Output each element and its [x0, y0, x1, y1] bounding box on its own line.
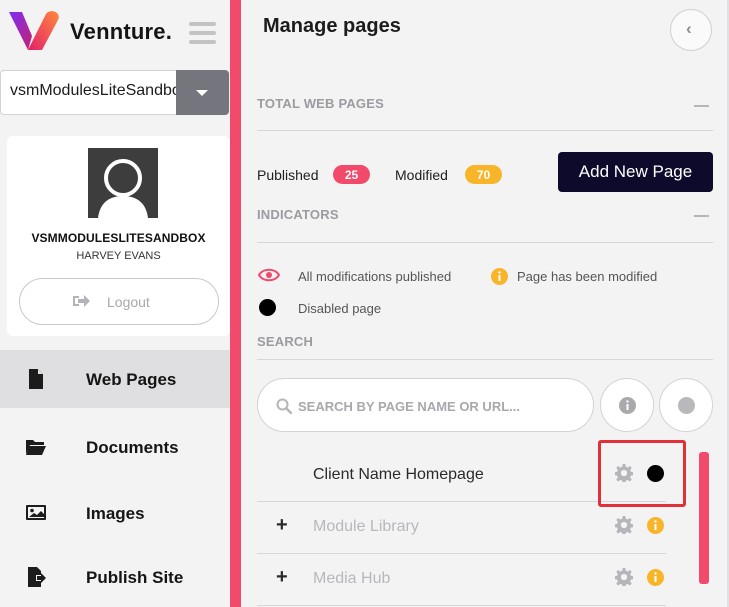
gear-icon[interactable]	[615, 516, 633, 534]
indicators-section: INDICATORS	[257, 207, 713, 243]
user-icon	[98, 159, 148, 218]
disabled-dot-icon	[259, 299, 276, 316]
section-label: TOTAL WEB PAGES	[257, 96, 384, 111]
page-name[interactable]: Module Library	[313, 518, 419, 536]
search-field[interactable]	[257, 378, 594, 432]
disabled-dot-icon	[678, 397, 695, 414]
gear-icon[interactable]	[615, 568, 633, 586]
filter-disabled-button[interactable]	[659, 378, 713, 432]
user-name: HARVEY EVANS	[76, 250, 161, 262]
info-icon	[647, 517, 664, 534]
section-label: SEARCH	[257, 334, 314, 349]
site-select-toggle[interactable]	[176, 70, 229, 115]
sign-out-icon	[73, 295, 90, 307]
published-label: Published	[257, 167, 319, 183]
logout-button[interactable]: Logout	[19, 278, 219, 325]
page-list-scrollbar[interactable]	[699, 452, 709, 584]
chevron-left-icon: ‹	[686, 19, 692, 38]
file-icon	[29, 369, 43, 389]
indicator-disabled-text: Disabled page	[298, 301, 382, 316]
info-icon	[619, 397, 636, 414]
profile-card: VSMMODULESLITESANDBOX HARVEY EVANS Logou…	[7, 136, 230, 336]
nav-item-images[interactable]: Images	[0, 484, 230, 542]
site-select-value[interactable]: vsmModulesLiteSandbox	[0, 70, 176, 115]
page-name[interactable]: Client Name Homepage	[313, 466, 484, 484]
filter-modified-button[interactable]	[600, 378, 654, 432]
page-row[interactable]: Client Name Homepage	[257, 450, 666, 502]
logo-row: Vennture.	[0, 0, 230, 66]
brand-name: Vennture.	[70, 19, 173, 44]
sidebar: Vennture. vsmModulesLiteSandbox VSMMODUL…	[0, 0, 230, 607]
page-title: Manage pages	[263, 15, 401, 37]
published-count-badge: 25	[333, 165, 370, 184]
indicator-modified-text: Page has been modified	[517, 269, 658, 284]
section-label: INDICATORS	[257, 207, 339, 222]
vennture-logo-mark	[9, 11, 59, 50]
search-icon	[276, 398, 292, 414]
collapse-section-icon[interactable]	[694, 105, 709, 107]
gear-icon[interactable]	[615, 464, 633, 482]
sidebar-divider	[230, 0, 241, 607]
add-new-page-button[interactable]: Add New Page	[558, 152, 713, 192]
site-select[interactable]: vsmModulesLiteSandbox	[0, 70, 229, 115]
nav-item-web-pages[interactable]: Web Pages	[0, 350, 230, 408]
page-row[interactable]: + Module Library	[257, 502, 666, 554]
nav-label-web-pages: Web Pages	[86, 370, 177, 389]
info-icon	[647, 569, 664, 586]
modified-count-badge: 70	[465, 165, 502, 184]
expand-plus-icon[interactable]: +	[276, 514, 288, 537]
nav-label-documents: Documents	[86, 438, 179, 457]
menu-icon[interactable]	[189, 22, 216, 46]
nav-label-publish-site: Publish Site	[86, 568, 184, 587]
eye-icon	[258, 268, 280, 282]
caret-down-icon	[196, 90, 208, 96]
nav-item-publish-site[interactable]: Publish Site	[0, 548, 230, 606]
indicator-published-text: All modifications published	[298, 269, 452, 284]
search-section: SEARCH	[257, 334, 713, 360]
logout-label: Logout	[107, 294, 150, 310]
nav-label-images: Images	[86, 504, 145, 523]
avatar	[88, 148, 158, 218]
image-icon	[26, 505, 46, 520]
info-icon	[491, 268, 508, 285]
disabled-status-icon	[647, 465, 664, 482]
nav-item-documents[interactable]: Documents	[0, 418, 230, 476]
page-row[interactable]: + Media Hub	[257, 554, 666, 606]
collapse-panel-button[interactable]: ‹	[670, 9, 712, 51]
collapse-section-icon[interactable]	[694, 215, 709, 217]
modified-label: Modified	[395, 167, 448, 183]
expand-plus-icon[interactable]: +	[276, 566, 288, 589]
search-input[interactable]	[298, 395, 578, 417]
publish-icon	[28, 567, 46, 587]
total-web-pages-section: TOTAL WEB PAGES	[257, 96, 713, 131]
manage-pages-panel: Manage pages ‹ TOTAL WEB PAGES Published…	[241, 0, 727, 607]
site-name: VSMMODULESLITESANDBOX	[31, 231, 206, 245]
folder-icon	[26, 440, 46, 455]
page-name[interactable]: Media Hub	[313, 570, 390, 588]
